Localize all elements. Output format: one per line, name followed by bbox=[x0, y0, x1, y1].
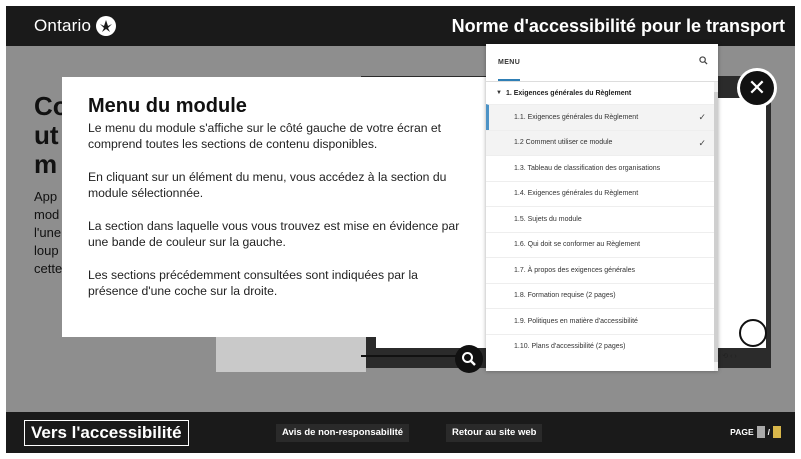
menu-items: 1.1. Exigences générales du Règlement ✓ 1.… bbox=[486, 104, 718, 359]
page-total bbox=[773, 426, 781, 438]
menu-item-label: 1.5. Sujets du module bbox=[514, 215, 582, 223]
menu-item-label: 1.3. Tableau de classification des organ… bbox=[514, 164, 661, 172]
background-controls: ‹ ⟲ ‹ › bbox=[718, 353, 737, 360]
menu-item[interactable]: 1.9. Politiques en matière d'accessibili… bbox=[486, 308, 718, 334]
menu-scrollbar-thumb[interactable] bbox=[714, 92, 718, 362]
page-current bbox=[756, 426, 765, 438]
help-dialog: Menu du module Le menu du module s'affic… bbox=[62, 77, 492, 337]
search-icon[interactable] bbox=[699, 56, 708, 68]
menu-item[interactable]: 1.10. Plans d'accessibilité (2 pages) bbox=[486, 333, 718, 360]
menu-item[interactable]: 1.7. À propos des exigences générales bbox=[486, 257, 718, 283]
menu-item-label: 1.9. Politiques en matière d'accessibili… bbox=[514, 317, 638, 325]
menu-item-label: 1.8. Formation requise (2 pages) bbox=[514, 292, 616, 300]
close-icon: ✕ bbox=[740, 71, 774, 105]
back-to-website-button[interactable]: Retour au site web bbox=[446, 424, 543, 442]
page-indicator: PAGE / bbox=[730, 426, 781, 438]
menu-section-header[interactable]: ▼ 1. Exigences générales du Règlement bbox=[486, 82, 718, 104]
menu-item[interactable]: 1.5. Sujets du module bbox=[486, 206, 718, 232]
menu-item[interactable]: 1.1. Exigences générales du Règlement ✓ bbox=[486, 104, 718, 130]
trillium-icon bbox=[96, 16, 117, 36]
background-round-button bbox=[739, 319, 767, 347]
top-bar: Ontario Norme d'accessibilité pour le tr… bbox=[6, 6, 795, 46]
menu-item-label: 1.2 Comment utiliser ce module bbox=[514, 139, 613, 147]
help-paragraph: Les sections précédemment consultées son… bbox=[88, 268, 418, 298]
page-label: PAGE bbox=[730, 427, 754, 437]
menu-header: MENU bbox=[486, 44, 718, 82]
footer: Vers l'accessibilité Avis de non-respons… bbox=[6, 412, 795, 453]
menu-item[interactable]: 1.2 Comment utiliser ce module ✓ bbox=[486, 129, 718, 155]
checkmark-icon: ✓ bbox=[698, 137, 706, 148]
brand-name: Ontario bbox=[34, 16, 92, 35]
help-paragraph: La section dans laquelle vous vous trouv… bbox=[88, 219, 460, 249]
help-paragraph: En cliquant sur un élément du menu, vous… bbox=[88, 170, 447, 200]
menu-tab-indicator bbox=[498, 79, 520, 81]
zoom-button[interactable] bbox=[455, 345, 483, 373]
search-icon bbox=[462, 352, 476, 366]
caret-down-icon: ▼ bbox=[496, 90, 502, 96]
menu-item-label: 1.10. Plans d'accessibilité (2 pages) bbox=[514, 343, 626, 351]
menu-section-label: 1. Exigences générales du Règlement bbox=[505, 89, 632, 97]
menu-item-label: 1.6. Qui doit se conformer au Règlement bbox=[514, 241, 641, 249]
menu-tab[interactable]: MENU bbox=[498, 59, 520, 66]
menu-item[interactable]: 1.4. Exigences générales du Règlement bbox=[486, 180, 718, 207]
help-title: Menu du module bbox=[88, 95, 247, 117]
menu-item-label: 1.7. À propos des exigences générales bbox=[514, 266, 636, 274]
page-separator: / bbox=[767, 427, 770, 437]
footer-brand: Vers l'accessibilité bbox=[24, 420, 189, 446]
menu-item-label: 1.4. Exigences générales du Règlement bbox=[514, 190, 639, 198]
menu-item-label: 1.1. Exigences générales du Règlement bbox=[514, 113, 639, 121]
checkmark-icon: ✓ bbox=[698, 112, 706, 122]
app-title: Norme d'accessibilité pour le transport bbox=[451, 16, 785, 36]
menu-item[interactable]: 1.6. Qui doit se conformer au Règlement bbox=[486, 231, 718, 258]
background-progress bbox=[361, 355, 461, 357]
module-menu: MENU ▼ 1. Exigences générales du Règleme… bbox=[486, 44, 718, 371]
menu-item[interactable]: 1.3. Tableau de classification des organ… bbox=[486, 155, 718, 181]
help-paragraph: Le menu du module s'affiche sur le côté … bbox=[88, 121, 442, 151]
ontario-logo: Ontario bbox=[34, 16, 117, 36]
close-button[interactable]: ✕ bbox=[737, 68, 777, 108]
disclaimer-button[interactable]: Avis de non-responsabilité bbox=[276, 424, 410, 442]
menu-item[interactable]: 1.8. Formation requise (2 pages) bbox=[486, 282, 718, 309]
app-frame: Ontario Norme d'accessibilité pour le tr… bbox=[6, 6, 795, 453]
